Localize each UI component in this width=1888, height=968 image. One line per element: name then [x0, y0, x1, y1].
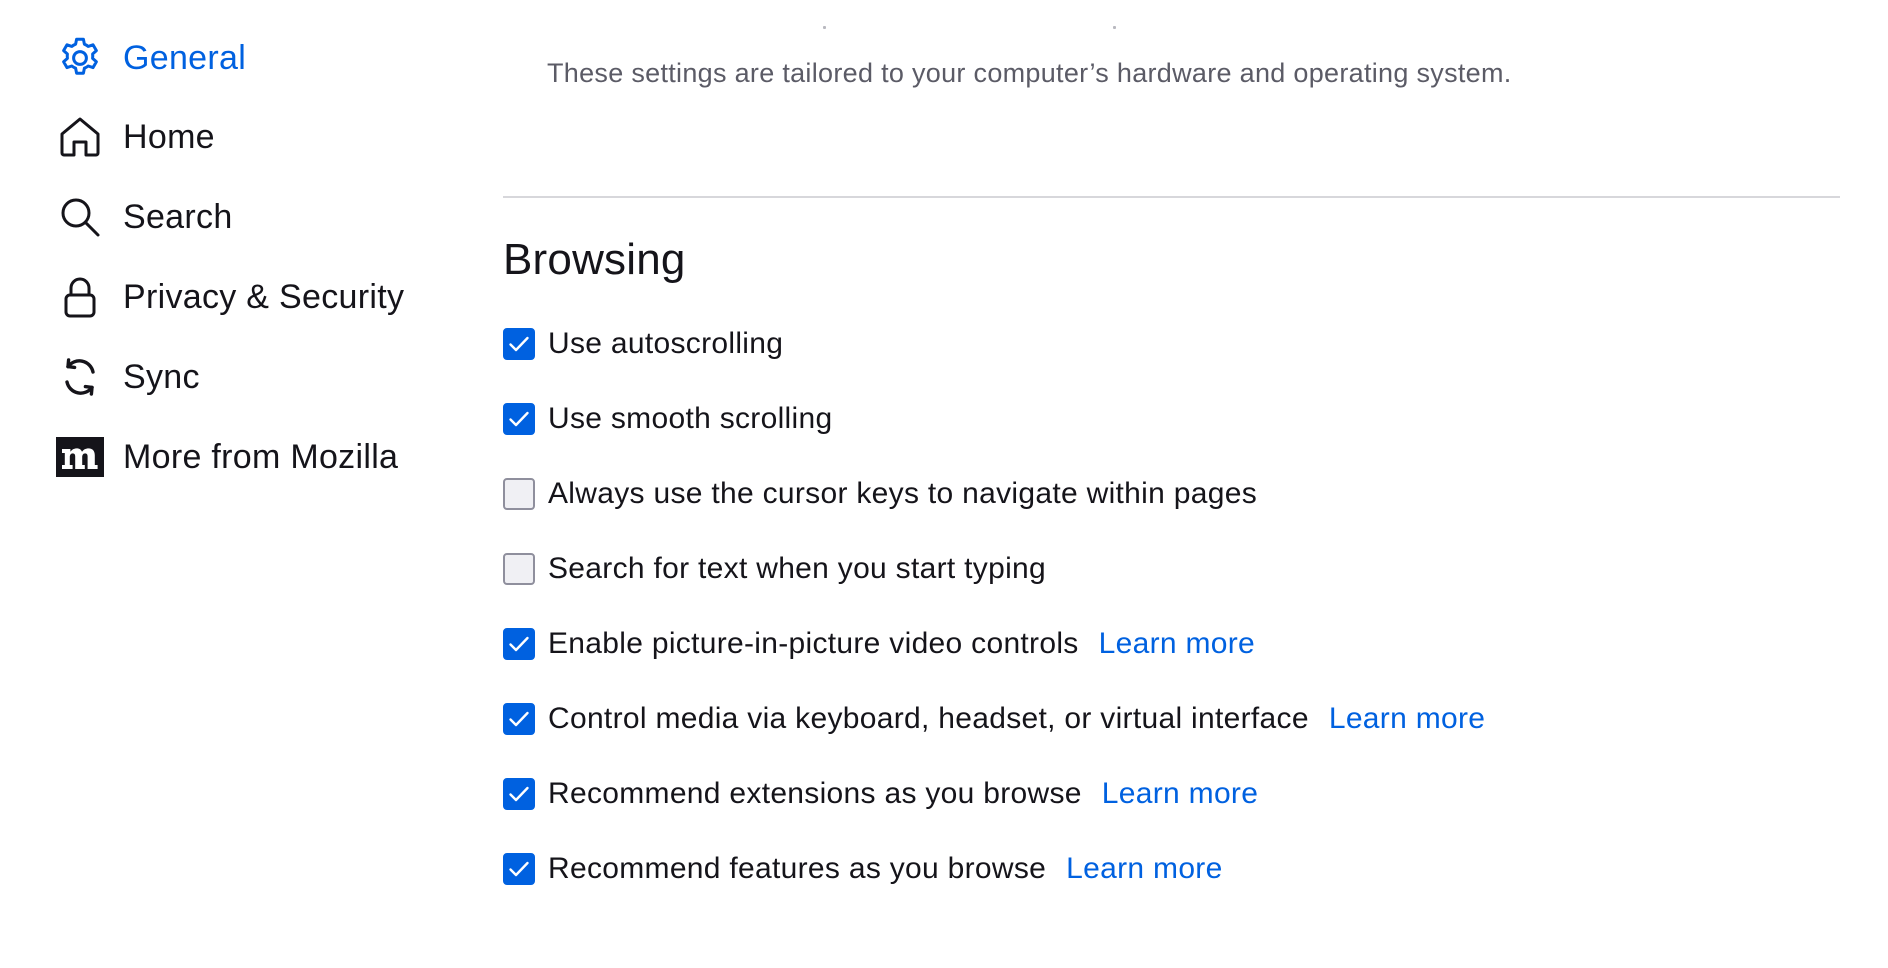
- checkmark-icon: [509, 411, 529, 427]
- sidebar-item-label: Search: [123, 197, 233, 236]
- option-label: Control media via keyboard, headset, or …: [548, 702, 1309, 735]
- checkmark-icon: [509, 786, 529, 802]
- recommend-extensions-checkbox[interactable]: [503, 778, 535, 810]
- option-label: Recommend features as you browse: [548, 852, 1047, 885]
- option-picture-in-picture[interactable]: Enable picture-in-picture video controls…: [503, 624, 1255, 664]
- media-control-checkbox[interactable]: [503, 703, 535, 735]
- sidebar-item-label: Home: [123, 117, 215, 156]
- home-icon: [55, 112, 105, 162]
- sidebar-item-general[interactable]: General: [55, 28, 246, 88]
- option-label: Search for text when you start typing: [548, 552, 1047, 585]
- learn-more-link[interactable]: Learn more: [1066, 852, 1222, 886]
- sidebar-item-home[interactable]: Home: [55, 107, 215, 167]
- option-label: Always use the cursor keys to navigate w…: [548, 477, 1257, 510]
- option-label: Use autoscrolling: [548, 327, 784, 360]
- search-when-typing-checkbox[interactable]: [503, 553, 535, 585]
- settings-content: These settings are tailored to your comp…: [503, 0, 1843, 968]
- clipped-content-edge: [823, 20, 1623, 30]
- checkmark-icon: [509, 636, 529, 652]
- learn-more-link[interactable]: Learn more: [1329, 702, 1485, 736]
- option-autoscrolling[interactable]: Use autoscrolling: [503, 324, 783, 364]
- sidebar-item-search[interactable]: Search: [55, 187, 233, 247]
- cursor-keys-checkbox[interactable]: [503, 478, 535, 510]
- learn-more-link[interactable]: Learn more: [1102, 777, 1258, 811]
- checkmark-icon: [509, 711, 529, 727]
- section-divider: [503, 196, 1840, 198]
- option-media-control[interactable]: Control media via keyboard, headset, or …: [503, 699, 1485, 739]
- option-label: Enable picture-in-picture video controls: [548, 627, 1079, 660]
- mozilla-logo-icon: [55, 432, 105, 482]
- sidebar-item-sync[interactable]: Sync: [55, 347, 200, 407]
- sidebar-item-label: More from Mozilla: [123, 437, 399, 476]
- sidebar-item-label: General: [123, 38, 247, 77]
- option-search-when-typing[interactable]: Search for text when you start typing: [503, 549, 1046, 589]
- option-smooth-scrolling[interactable]: Use smooth scrolling: [503, 399, 832, 439]
- option-cursor-keys[interactable]: Always use the cursor keys to navigate w…: [503, 474, 1257, 514]
- gear-icon: [55, 33, 105, 83]
- option-label: Recommend extensions as you browse: [548, 777, 1082, 810]
- recommend-features-checkbox[interactable]: [503, 853, 535, 885]
- sidebar-item-privacy-security[interactable]: Privacy & Security: [55, 267, 404, 327]
- option-recommend-features[interactable]: Recommend features as you browse Learn m…: [503, 849, 1223, 889]
- option-recommend-extensions[interactable]: Recommend extensions as you browse Learn…: [503, 774, 1258, 814]
- smooth-scrolling-checkbox[interactable]: [503, 403, 535, 435]
- checkmark-icon: [509, 336, 529, 352]
- browsing-section-title: Browsing: [503, 235, 686, 284]
- learn-more-link[interactable]: Learn more: [1099, 627, 1255, 661]
- option-label: Use smooth scrolling: [548, 402, 833, 435]
- sidebar-nav: General Home Search Privacy & Security S…: [0, 0, 480, 968]
- performance-hint-text: These settings are tailored to your comp…: [547, 58, 1512, 88]
- picture-in-picture-checkbox[interactable]: [503, 628, 535, 660]
- lock-icon: [55, 272, 105, 322]
- search-icon: [55, 192, 105, 242]
- sidebar-item-label: Privacy & Security: [123, 277, 405, 316]
- sidebar-item-label: Sync: [123, 357, 200, 396]
- checkmark-icon: [509, 861, 529, 877]
- autoscrolling-checkbox[interactable]: [503, 328, 535, 360]
- sync-icon: [55, 352, 105, 402]
- sidebar-item-more-from-mozilla[interactable]: More from Mozilla: [55, 427, 398, 487]
